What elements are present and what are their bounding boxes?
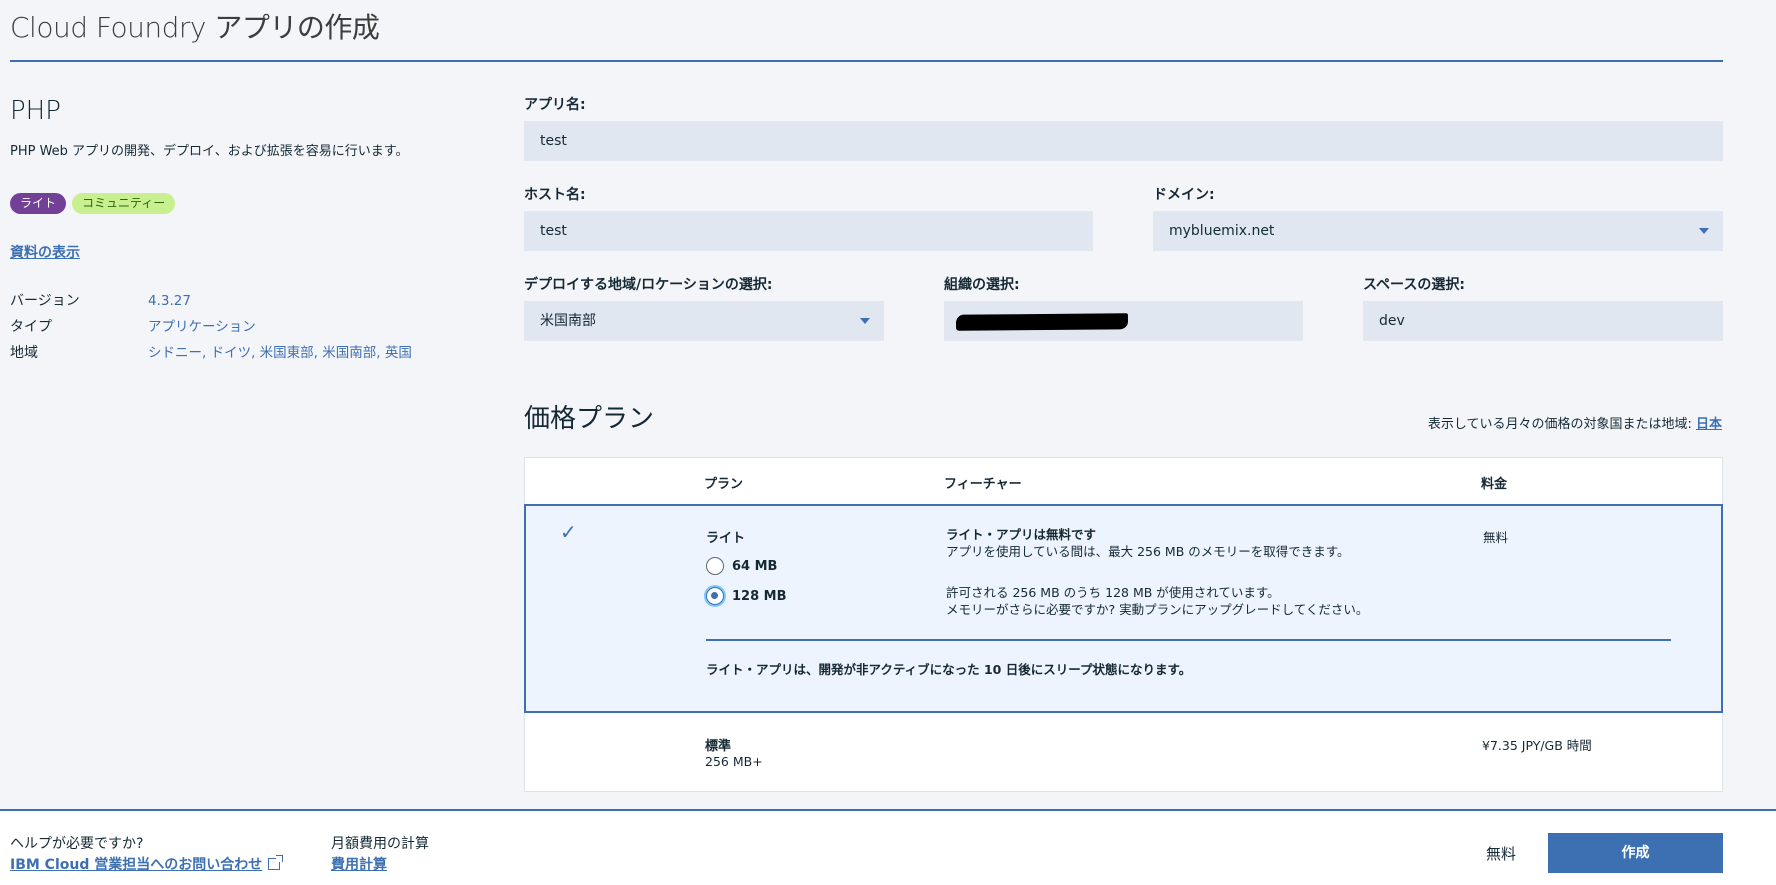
memory-option-64[interactable]: 64 MB: [706, 557, 777, 575]
plan-price-lite: 無料: [1483, 530, 1509, 545]
total-price: 無料: [1486, 845, 1517, 863]
redacted-org-name: [955, 313, 1129, 331]
app-name-label: アプリ名:: [524, 97, 586, 113]
chevron-down-icon: [1699, 228, 1709, 234]
memory-option-128[interactable]: 128 MB: [706, 587, 787, 605]
feature-line: 許可される 256 MB のうち 128 MB が使用されています。: [946, 585, 1280, 600]
feature-line: メモリーがさらに必要ですか? 実動プランにアップグレードしてください。: [946, 602, 1369, 617]
service-description: PHP Web アプリの開発、デプロイ、および拡張を容易に行います。: [10, 144, 409, 159]
column-header-plan: プラン: [704, 477, 744, 492]
org-label: 組織の選択:: [944, 277, 1020, 293]
pricing-region-note: 表示している月々の価格の対象国または地域: 日本: [1428, 413, 1722, 432]
service-info-panel: PHP PHP Web アプリの開発、デプロイ、および拡張を容易に行います。 ラ…: [10, 96, 480, 368]
plan-row-lite[interactable]: ✓ ライト 64 MB 128 MB ライト・アプリは無料です アプリを使用して…: [524, 504, 1723, 713]
cost-calculator-link[interactable]: 費用計算: [331, 854, 387, 874]
app-name-input[interactable]: test: [524, 121, 1723, 161]
plan-name-lite: ライト: [706, 531, 746, 546]
plan-name-standard: 標準: [705, 739, 732, 754]
pricing-plan-title: 価格プラン: [524, 404, 655, 434]
monthly-cost-label: 月額費用の計算: [331, 836, 429, 852]
region-select[interactable]: 米国南部: [524, 301, 884, 341]
host-name-label: ホスト名:: [524, 187, 586, 203]
region-label: デプロイする地域/ロケーションの選択:: [524, 277, 773, 293]
meta-value: シドニー, ドイツ, 米国東部, 米国南部, 英国: [148, 345, 412, 361]
service-metadata: バージョン 4.3.27 タイプ アプリケーション 地域 シドニー, ドイツ, …: [10, 290, 480, 368]
radio-128mb[interactable]: [706, 587, 724, 605]
meta-key: バージョン: [10, 293, 80, 309]
org-select[interactable]: [944, 301, 1303, 341]
radio-label: 64 MB: [732, 558, 778, 574]
meta-key: 地域: [10, 345, 38, 361]
region-note-text: 表示している月々の価格の対象国または地域:: [1427, 417, 1696, 432]
service-tags: ライト コミュニティー: [10, 193, 480, 214]
space-select[interactable]: dev: [1363, 301, 1723, 341]
meta-row-region: 地域 シドニー, ドイツ, 米国東部, 米国南部, 英国: [10, 342, 480, 368]
page-title: Cloud Foundry アプリの作成: [10, 11, 380, 44]
feature-line: アプリを使用している間は、最大 256 MB のメモリーを取得できます。: [946, 544, 1350, 559]
meta-key: タイプ: [10, 319, 52, 335]
meta-value: 4.3.27: [148, 293, 191, 309]
help-question: ヘルプが必要ですか?: [10, 836, 144, 852]
region-value: 米国南部: [540, 313, 596, 329]
lite-divider: [706, 639, 1671, 641]
plan-price-standard: ¥7.35 JPY/GB 時間: [1482, 738, 1592, 753]
external-link-icon: [268, 855, 284, 870]
tag-lite: ライト: [10, 193, 67, 214]
contact-sales-link[interactable]: IBM Cloud 営業担当へのお問い合わせ: [10, 854, 284, 874]
radio-label: 128 MB: [732, 588, 787, 604]
meta-row-version: バージョン 4.3.27: [10, 290, 480, 316]
lite-memory-usage: 許可される 256 MB のうち 128 MB が使用されています。 メモリーが…: [946, 584, 1368, 618]
feature-title: ライト・アプリは無料です: [946, 527, 1097, 542]
plan-table: プラン フィーチャー 料金 ✓ ライト 64 MB 128 MB ライト・アプリ…: [524, 457, 1723, 792]
meta-value: アプリケーション: [148, 319, 256, 335]
column-header-price: 料金: [1481, 477, 1508, 492]
chevron-down-icon: [860, 318, 870, 324]
footer-bar: ヘルプが必要ですか? IBM Cloud 営業担当へのお問い合わせ 月額費用の計…: [0, 809, 1776, 885]
lite-sleep-note: ライト・アプリは、開発が非アクティブになった 10 日後にスリープ状態になります…: [706, 662, 1192, 677]
radio-64mb[interactable]: [706, 557, 724, 575]
domain-select[interactable]: mybluemix.net: [1153, 211, 1723, 251]
plan-memory-standard: 256 MB+: [705, 754, 763, 769]
contact-sales-label: IBM Cloud 営業担当へのお問い合わせ: [10, 857, 263, 873]
pricing-region-link[interactable]: 日本: [1696, 417, 1722, 432]
tag-community: コミュニティー: [72, 193, 176, 214]
view-docs-link[interactable]: 資料の表示: [10, 242, 480, 262]
title-divider: [10, 60, 1723, 62]
domain-label: ドメイン:: [1153, 187, 1215, 203]
host-name-input[interactable]: test: [524, 211, 1093, 251]
create-button[interactable]: 作成: [1548, 833, 1723, 873]
service-name: PHP: [10, 96, 61, 126]
domain-value: mybluemix.net: [1169, 223, 1275, 239]
lite-features: ライト・アプリは無料です アプリを使用している間は、最大 256 MB のメモリ…: [946, 526, 1350, 560]
meta-row-type: タイプ アプリケーション: [10, 316, 480, 342]
column-header-features: フィーチャー: [944, 477, 1022, 492]
check-icon: ✓: [560, 520, 577, 544]
space-label: スペースの選択:: [1363, 277, 1465, 293]
